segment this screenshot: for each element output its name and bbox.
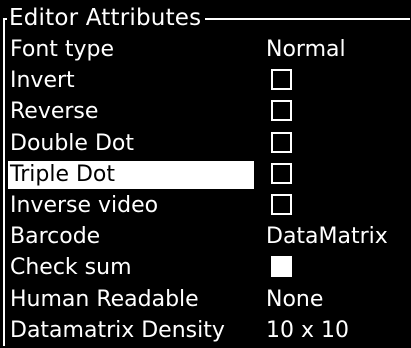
editor-attributes-screen: Editor Attributes Font type Normal Inver… [0, 0, 411, 348]
attribute-label-selected: Triple Dot [8, 160, 254, 189]
attribute-row-check-sum[interactable]: Check sum [8, 254, 408, 285]
attribute-label: Human Readable [10, 286, 199, 312]
check-sum-checkbox[interactable] [271, 256, 292, 278]
attribute-row-invert[interactable]: Invert [8, 67, 408, 98]
panel-title: Editor Attributes [7, 1, 206, 35]
invert-checkbox[interactable] [271, 69, 292, 91]
panel-border-left [3, 18, 5, 346]
human-readable-value[interactable]: None [266, 286, 323, 314]
attribute-row-barcode[interactable]: Barcode DataMatrix [8, 223, 408, 254]
datamatrix-density-value[interactable]: 10 x 10 [266, 317, 349, 345]
attribute-label: Barcode [10, 224, 101, 250]
attribute-row-triple-dot[interactable]: Triple Dot [8, 160, 408, 192]
attribute-row-font-type[interactable]: Font type Normal [8, 36, 408, 67]
attribute-label: Inverse video [10, 192, 159, 218]
attribute-row-double-dot[interactable]: Double Dot [8, 130, 408, 161]
attribute-label: Invert [10, 68, 75, 94]
reverse-checkbox[interactable] [271, 100, 292, 122]
attribute-label: Datamatrix Density [10, 317, 225, 343]
attribute-label: Double Dot [10, 130, 134, 156]
attribute-row-datamatrix-density[interactable]: Datamatrix Density 10 x 10 [8, 317, 408, 348]
attribute-row-human-readable[interactable]: Human Readable None [8, 286, 408, 317]
font-type-value[interactable]: Normal [266, 36, 346, 64]
double-dot-checkbox[interactable] [271, 131, 292, 153]
triple-dot-checkbox[interactable] [271, 162, 292, 184]
attribute-label: Check sum [10, 255, 132, 281]
attribute-row-inverse-video[interactable]: Inverse video [8, 192, 408, 223]
attribute-row-reverse[interactable]: Reverse [8, 98, 408, 129]
attribute-label: Reverse [10, 99, 99, 125]
attribute-label: Font type [10, 37, 115, 62]
barcode-value[interactable]: DataMatrix [266, 223, 388, 251]
attribute-list: Font type Normal Invert Reverse Double D… [8, 36, 408, 348]
inverse-video-checkbox[interactable] [271, 193, 292, 215]
